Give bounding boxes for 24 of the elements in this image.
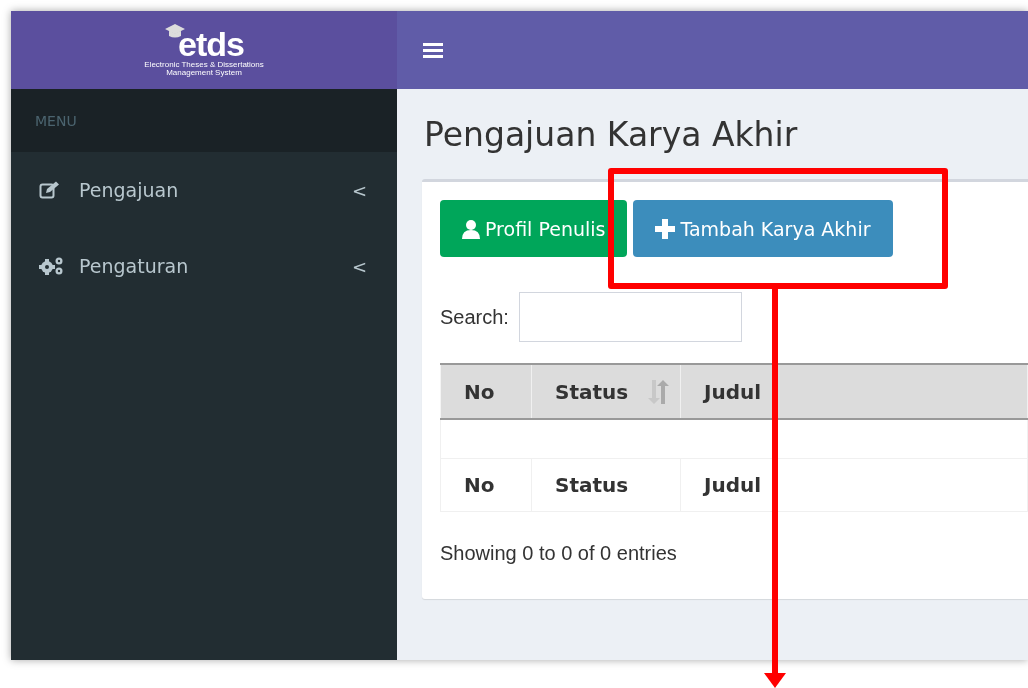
column-header: Judul: [680, 364, 1028, 420]
search-label: Search:: [440, 305, 509, 329]
page-title: Pengajuan Karya Akhir: [424, 117, 799, 154]
user-icon: [462, 218, 480, 239]
sort-icon: [648, 379, 670, 404]
menu-icon[interactable]: [423, 42, 443, 58]
chevron-icon: <: [351, 179, 367, 201]
logo-subtitle: Management System: [166, 69, 242, 78]
logo-subtitle: Electronic Theses & Dissertations: [144, 60, 264, 69]
add-button[interactable]: Tambah Karya Akhir: [633, 200, 893, 258]
edit-icon: [39, 181, 61, 199]
table-info: Showing 0 to 0 of 0 entries: [440, 541, 677, 565]
logo-text: etds: [178, 26, 244, 61]
column-footer: Status: [531, 458, 681, 512]
plus-icon: [655, 218, 676, 239]
sidebar-heading: MENU: [35, 112, 77, 129]
column-footer: No: [440, 458, 532, 512]
sidebar-item[interactable]: Pengajuan <: [11, 152, 397, 228]
sidebar-item[interactable]: Pengaturan <: [11, 228, 397, 304]
column-header[interactable]: Status: [531, 364, 681, 420]
chevron-icon: <: [351, 255, 367, 277]
search-field[interactable]: [518, 292, 742, 343]
column-header: No: [440, 364, 532, 420]
gears-icon: [39, 256, 65, 276]
